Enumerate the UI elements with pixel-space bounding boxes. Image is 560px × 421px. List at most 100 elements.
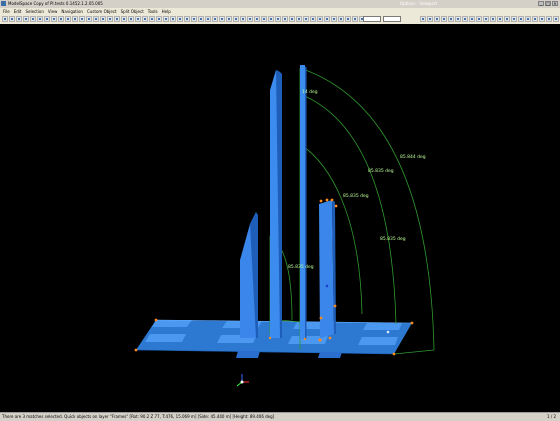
toolbar-button-29[interactable] bbox=[198, 16, 204, 22]
toolbar-button-21[interactable] bbox=[142, 16, 148, 22]
toolbar-tool-icon bbox=[291, 18, 293, 20]
toolbar-button-6[interactable] bbox=[37, 16, 43, 22]
toolbar-button-41[interactable] bbox=[282, 16, 288, 22]
toolbar-button-57[interactable] bbox=[448, 16, 454, 22]
toolbar-button-44[interactable] bbox=[303, 16, 309, 22]
toolbar-button-55[interactable] bbox=[434, 16, 440, 22]
toolbar-button-72[interactable] bbox=[553, 16, 559, 22]
toolbar-button-12[interactable] bbox=[79, 16, 85, 22]
toolbar-button-7[interactable] bbox=[44, 16, 50, 22]
toolbar-button-34[interactable] bbox=[233, 16, 239, 22]
toolbar-button-42[interactable] bbox=[289, 16, 295, 22]
toolbar-combo-1[interactable] bbox=[363, 16, 381, 22]
pillar-thin[interactable] bbox=[300, 65, 307, 339]
toolbar-button-23[interactable] bbox=[156, 16, 162, 22]
toolbar-tool-icon bbox=[186, 18, 188, 20]
toolbar-button-39[interactable] bbox=[268, 16, 274, 22]
toolbar-button-2[interactable] bbox=[9, 16, 15, 22]
toolbar-button-27[interactable] bbox=[184, 16, 190, 22]
toolbar-button-38[interactable] bbox=[261, 16, 267, 22]
menu-navigation[interactable]: Navigation bbox=[61, 9, 83, 14]
menu-file[interactable]: File bbox=[3, 9, 10, 14]
toolbar-button-14[interactable] bbox=[93, 16, 99, 22]
toolbar-button-65[interactable] bbox=[504, 16, 510, 22]
toolbar-button-50[interactable] bbox=[345, 16, 351, 22]
toolbar-tool-icon bbox=[53, 18, 55, 20]
toolbar-button-30[interactable] bbox=[205, 16, 211, 22]
toolbar-button-61[interactable] bbox=[476, 16, 482, 22]
toolbar-button-35[interactable] bbox=[240, 16, 246, 22]
pivot-point[interactable] bbox=[325, 284, 329, 288]
toolbar-button-47[interactable] bbox=[324, 16, 330, 22]
toolbar-button-11[interactable] bbox=[72, 16, 78, 22]
toolbar-button-36[interactable] bbox=[247, 16, 253, 22]
toolbar-button-70[interactable] bbox=[539, 16, 545, 22]
toolbar-button-51[interactable] bbox=[352, 16, 358, 22]
toolbar-button-9[interactable] bbox=[58, 16, 64, 22]
toolbar-button-68[interactable] bbox=[525, 16, 531, 22]
toolbar-tool-icon bbox=[326, 18, 328, 20]
toolbar-combo-2[interactable] bbox=[383, 16, 401, 22]
toolbar-button-31[interactable] bbox=[212, 16, 218, 22]
3d-viewport[interactable]: 14 deg 85.835 deg 85.835 deg 85.844 deg … bbox=[0, 24, 560, 412]
toolbar-button-8[interactable] bbox=[51, 16, 57, 22]
toolbar-button-71[interactable] bbox=[546, 16, 552, 22]
toolbar-button-16[interactable] bbox=[107, 16, 113, 22]
menu-split-object[interactable]: Split Object bbox=[121, 9, 144, 14]
toolbar-button-48[interactable] bbox=[331, 16, 337, 22]
toolbar-button-66[interactable] bbox=[511, 16, 517, 22]
toolbar-button-49[interactable] bbox=[338, 16, 344, 22]
toolbar-button-10[interactable] bbox=[65, 16, 71, 22]
toolbar-tool-icon bbox=[200, 18, 202, 20]
minimize-button[interactable]: _ bbox=[538, 1, 544, 6]
toolbar-button-62[interactable] bbox=[483, 16, 489, 22]
toolbar-button-33[interactable] bbox=[226, 16, 232, 22]
toolbar-button-53[interactable] bbox=[420, 16, 426, 22]
menu-selection[interactable]: Selection bbox=[25, 9, 43, 14]
window-title: ModelSpace Copy of PI.tests 0.1452.1.2.0… bbox=[8, 1, 103, 6]
toolbar-button-60[interactable] bbox=[469, 16, 475, 22]
toolbar-button-3[interactable] bbox=[16, 16, 22, 22]
menu-custom-object[interactable]: Custom Object bbox=[87, 9, 117, 14]
toolbar-button-56[interactable] bbox=[441, 16, 447, 22]
toolbar-button-64[interactable] bbox=[497, 16, 503, 22]
toolbar-button-20[interactable] bbox=[135, 16, 141, 22]
toolbar-button-63[interactable] bbox=[490, 16, 496, 22]
toolbar-button-4[interactable] bbox=[23, 16, 29, 22]
toolbar-button-59[interactable] bbox=[462, 16, 468, 22]
pillar-left[interactable] bbox=[240, 212, 258, 338]
toolbar-button-69[interactable] bbox=[532, 16, 538, 22]
toolbar-tool-icon bbox=[256, 18, 258, 20]
menu-help[interactable]: Help bbox=[162, 9, 171, 14]
toolbar-button-67[interactable] bbox=[518, 16, 524, 22]
close-button[interactable]: × bbox=[552, 1, 558, 6]
toolbar-button-18[interactable] bbox=[121, 16, 127, 22]
toolbar-button-17[interactable] bbox=[114, 16, 120, 22]
toolbar-button-58[interactable] bbox=[455, 16, 461, 22]
pillar-tall-center[interactable] bbox=[270, 70, 282, 338]
reference-point[interactable] bbox=[386, 330, 390, 334]
toolbar-button-15[interactable] bbox=[100, 16, 106, 22]
menu-view[interactable]: View bbox=[48, 9, 58, 14]
toolbar-button-43[interactable] bbox=[296, 16, 302, 22]
toolbar-button-24[interactable] bbox=[163, 16, 169, 22]
menu-edit[interactable]: Edit bbox=[14, 9, 22, 14]
toolbar-button-46[interactable] bbox=[317, 16, 323, 22]
viewport-canvas[interactable]: 14 deg 85.835 deg 85.835 deg 85.844 deg … bbox=[0, 24, 560, 412]
toolbar-button-40[interactable] bbox=[275, 16, 281, 22]
menu-tools[interactable]: Tools bbox=[148, 9, 158, 14]
toolbar-button-28[interactable] bbox=[191, 16, 197, 22]
toolbar-button-37[interactable] bbox=[254, 16, 260, 22]
toolbar-button-1[interactable] bbox=[2, 16, 8, 22]
toolbar-button-5[interactable] bbox=[30, 16, 36, 22]
toolbar-button-13[interactable] bbox=[86, 16, 92, 22]
toolbar-button-32[interactable] bbox=[219, 16, 225, 22]
toolbar-button-25[interactable] bbox=[170, 16, 176, 22]
toolbar-button-19[interactable] bbox=[128, 16, 134, 22]
toolbar-button-26[interactable] bbox=[177, 16, 183, 22]
toolbar-button-22[interactable] bbox=[149, 16, 155, 22]
toolbar-button-45[interactable] bbox=[310, 16, 316, 22]
maximize-button[interactable]: □ bbox=[545, 1, 551, 6]
toolbar-button-54[interactable] bbox=[427, 16, 433, 22]
toolbar-tool-icon bbox=[123, 18, 125, 20]
